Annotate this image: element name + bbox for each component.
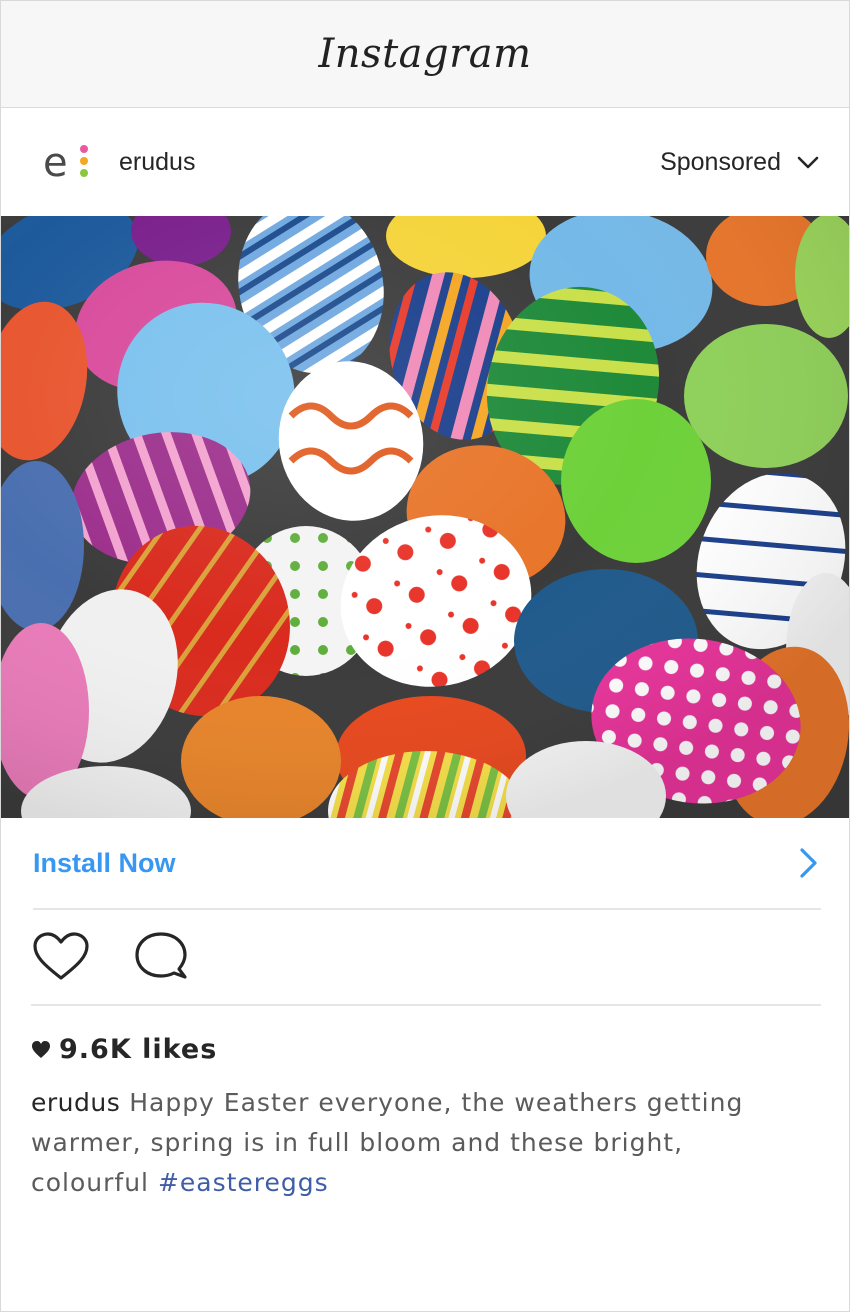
caption-hashtag[interactable]: #eastereggs	[158, 1168, 329, 1197]
heart-icon[interactable]	[31, 931, 91, 983]
install-now-label: Install Now	[33, 847, 176, 878]
comment-icon[interactable]	[131, 931, 191, 983]
heart-filled-icon	[32, 1040, 50, 1058]
app-title: Instagram	[318, 31, 532, 77]
erudus-logo-icon[interactable]: e	[41, 136, 93, 188]
install-now-button[interactable]: Install Now	[33, 818, 821, 910]
post-caption: erudus Happy Easter everyone, the weathe…	[31, 1083, 809, 1203]
post-username[interactable]: erudus	[119, 148, 195, 177]
likes-count[interactable]: 9.6K likes	[31, 1034, 849, 1065]
caption-text: Happy Easter everyone, the weathers gett…	[31, 1088, 744, 1197]
post-actions	[31, 910, 821, 1006]
app-header: Instagram	[1, 1, 849, 108]
instagram-ad-frame: Instagram e erudus Sponsored Install Now…	[0, 0, 850, 1312]
post-header: e erudus Sponsored	[1, 108, 849, 216]
chevron-right-icon	[800, 848, 817, 878]
likes-text: 9.6K likes	[59, 1034, 218, 1065]
chevron-down-icon[interactable]	[795, 149, 821, 175]
sponsored-label: Sponsored	[660, 147, 781, 176]
post-image[interactable]	[1, 216, 849, 818]
caption-username[interactable]: erudus	[31, 1088, 120, 1117]
svg-text:e: e	[43, 140, 68, 186]
